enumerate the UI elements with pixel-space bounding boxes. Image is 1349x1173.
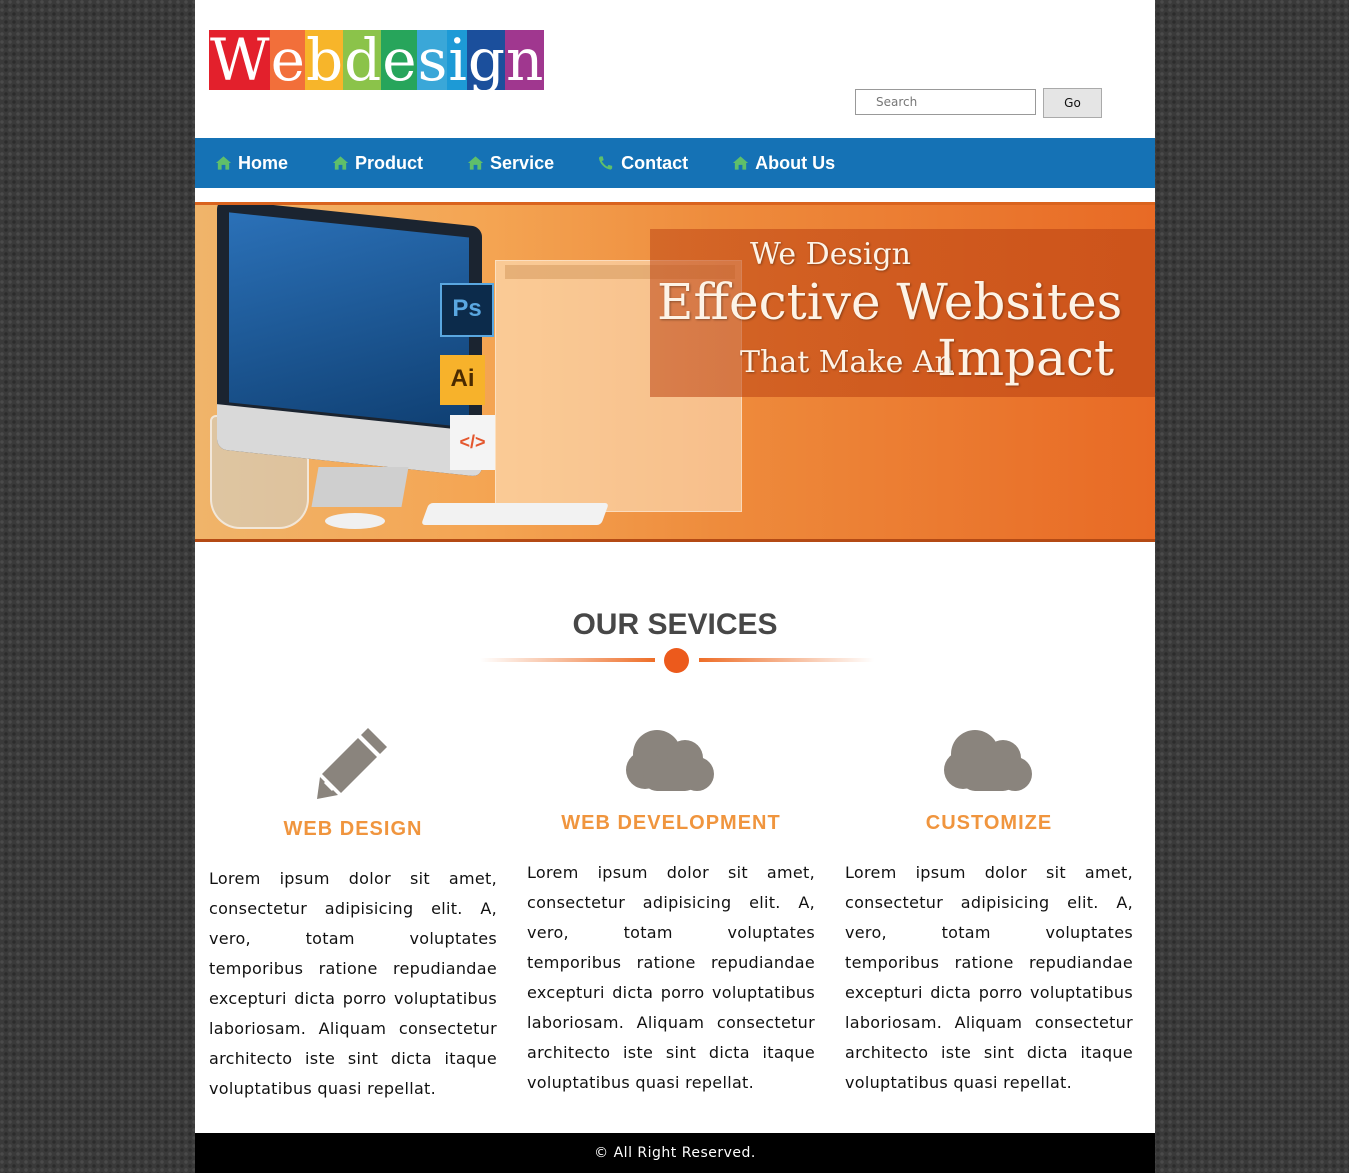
banner-line-1: We Design — [750, 237, 912, 272]
nav-item-label: Contact — [621, 152, 689, 173]
service-card-web-development: WEB DEVELOPMENT Lorem ipsum dolor sit am… — [527, 722, 815, 1098]
divider-line-left — [480, 658, 655, 662]
service-title: CUSTOMIZE — [925, 812, 1053, 834]
phone-icon — [599, 156, 613, 170]
nav-item-contact[interactable]: Contact — [598, 153, 688, 174]
service-description: Lorem ipsum dolor sit amet, consectetur … — [845, 863, 1133, 1092]
cloud-icon — [944, 730, 1032, 791]
home-icon — [215, 156, 232, 170]
photoshop-badge: Ps — [440, 283, 494, 337]
home-icon — [467, 156, 484, 170]
search-go-button[interactable]: Go — [1043, 88, 1102, 118]
logo-letter: i — [447, 26, 468, 94]
service-title: WEB DESIGN — [283, 818, 423, 840]
nav-item-label: Product — [355, 152, 424, 173]
mouse-illustration — [325, 513, 385, 529]
banner-line-4: Impact — [937, 329, 1115, 387]
main-nav: Home Product Service Contact About Us — [195, 138, 1155, 188]
page-container: W e b d e s i g n Go Home Product Servic… — [195, 0, 1155, 1173]
webdesign-logo[interactable]: W e b d e s i g n — [209, 26, 545, 108]
nav-item-product[interactable]: Product — [332, 153, 423, 174]
service-title: WEB DEVELOPMENT — [561, 812, 781, 834]
footer-copyright: © All Right Reserved. — [195, 1133, 1155, 1173]
home-icon — [332, 156, 349, 170]
divider-line-right — [699, 658, 874, 662]
search-input[interactable] — [855, 89, 1036, 115]
banner-line-3: That Make An — [740, 345, 954, 380]
services-title: OUR SEVICES — [572, 608, 778, 641]
logo-letter: n — [505, 26, 545, 94]
home-icon — [733, 156, 749, 170]
logo-letter: s — [416, 26, 449, 94]
code-badge: </> — [450, 415, 495, 470]
service-card-customize: CUSTOMIZE Lorem ipsum dolor sit amet, co… — [845, 722, 1133, 1098]
divider-dot — [664, 648, 689, 673]
logo-letter: e — [381, 26, 418, 94]
pencil-icon — [317, 728, 387, 799]
monitor-stand — [311, 467, 409, 507]
service-description: Lorem ipsum dolor sit amet, consectetur … — [209, 869, 497, 1098]
illustrator-badge: Ai — [440, 355, 485, 405]
nav-item-label: Home — [238, 152, 289, 173]
logo-letter: W — [209, 26, 271, 94]
nav-item-label: About Us — [755, 152, 836, 173]
nav-item-home[interactable]: Home — [215, 153, 288, 174]
monitor-illustration — [217, 205, 482, 477]
service-card-web-design: WEB DESIGN Lorem ipsum dolor sit amet, c… — [209, 722, 497, 1104]
nav-item-service[interactable]: Service — [467, 153, 554, 174]
keyboard-illustration — [420, 503, 610, 525]
banner-line-2: Effective Websites — [657, 273, 1123, 331]
logo-letter: e — [269, 26, 306, 94]
hero-banner: Ps Ai </> We Design Effective Websites T… — [195, 202, 1155, 542]
logo-letter: d — [343, 26, 383, 94]
service-description: Lorem ipsum dolor sit amet, consectetur … — [527, 863, 815, 1092]
logo-letter: b — [304, 26, 345, 94]
cloud-icon — [626, 730, 714, 791]
monitor-screen — [229, 212, 469, 428]
nav-item-about-us[interactable]: About Us — [732, 153, 835, 174]
nav-item-label: Service — [490, 152, 555, 173]
logo-letter: g — [466, 26, 507, 94]
